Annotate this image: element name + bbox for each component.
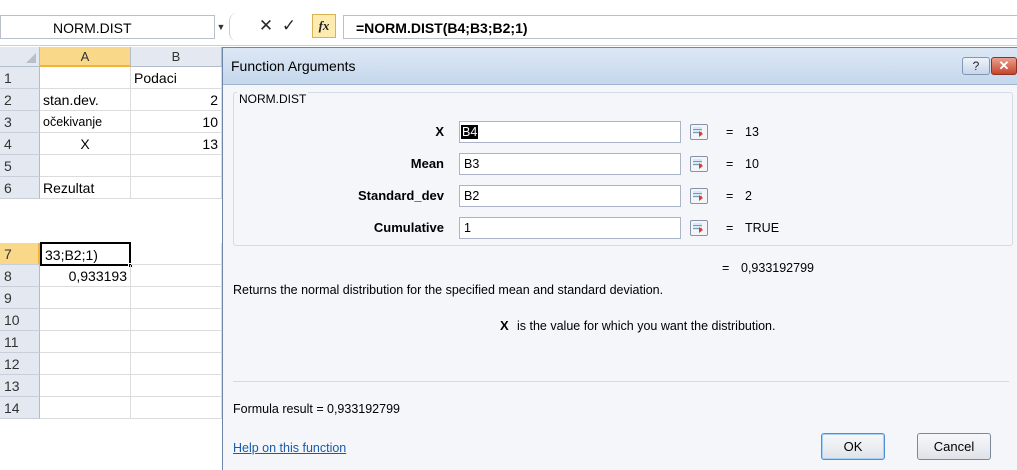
formula-bar-separator — [229, 13, 237, 41]
help-on-function-link[interactable]: Help on this function — [233, 441, 346, 455]
row-header[interactable]: 12 — [0, 353, 40, 375]
arg-input-x-value: B4 — [461, 125, 479, 139]
formula-input[interactable]: =NORM.DIST(B4;B3;B2;1) — [343, 15, 1017, 39]
function-result-value: 0,933192799 — [741, 261, 814, 275]
arg-input-standard-dev[interactable]: B2 — [459, 185, 681, 207]
row-header[interactable]: 2 — [0, 89, 40, 111]
cell-a3[interactable]: očekivanje — [40, 111, 131, 133]
cell-a14[interactable] — [40, 397, 131, 419]
cancel-edit-icon[interactable]: ✕ — [257, 16, 275, 36]
arg-label-mean: Mean — [410, 156, 444, 171]
name-box-value: NORM.DIST — [53, 20, 132, 36]
select-all-icon — [26, 53, 36, 63]
cell-b14[interactable] — [131, 397, 222, 419]
row-header[interactable]: 5 — [0, 155, 40, 177]
arg-input-mean[interactable]: B3 — [459, 153, 681, 175]
cell-b6[interactable] — [131, 177, 222, 199]
cell-a5[interactable] — [40, 155, 131, 177]
dialog-titlebar[interactable]: Function Arguments ? ✕ — [223, 48, 1017, 85]
function-arguments-dialog: Function Arguments ? ✕ NORM.DIST X B4 = … — [222, 47, 1017, 470]
cell-a10[interactable] — [40, 309, 131, 331]
row-header-active[interactable]: 7 — [0, 243, 40, 265]
confirm-edit-icon[interactable]: ✓ — [280, 16, 298, 36]
cell-a12[interactable] — [40, 353, 131, 375]
cell-b11[interactable] — [131, 331, 222, 353]
row-header[interactable]: 13 — [0, 375, 40, 397]
row-header[interactable]: 11 — [0, 331, 40, 353]
cell-a9[interactable] — [40, 287, 131, 309]
collapse-dialog-icon[interactable] — [690, 220, 708, 236]
cell-b3[interactable]: 10 — [131, 111, 222, 133]
formula-result-label: Formula result = — [233, 402, 324, 416]
cell-b2[interactable]: 2 — [131, 89, 222, 111]
arg-equals: = — [726, 125, 734, 139]
dialog-title: Function Arguments — [231, 58, 356, 74]
result-equals: = — [722, 261, 730, 275]
cell-b1[interactable]: Podaci — [131, 67, 222, 89]
ok-button[interactable]: OK — [821, 433, 885, 460]
spreadsheet-grid[interactable]: A B 1 2 3 4 5 6 7 8 9 10 11 12 13 14 sta… — [0, 47, 222, 470]
dialog-divider — [233, 381, 1009, 382]
cell-a2[interactable]: stan.dev. — [40, 89, 131, 111]
cell-a8[interactable]: 0,933193 — [40, 265, 131, 287]
cell-a4[interactable]: X — [40, 133, 131, 155]
cell-b8[interactable] — [131, 265, 222, 287]
formula-text: =NORM.DIST(B4;B3;B2;1) — [356, 20, 528, 36]
cancel-button[interactable]: Cancel — [917, 433, 991, 460]
row-header[interactable]: 9 — [0, 287, 40, 309]
cell-a11[interactable] — [40, 331, 131, 353]
cell-b10[interactable] — [131, 309, 222, 331]
help-icon[interactable]: ? — [962, 57, 990, 75]
function-name-label: NORM.DIST — [237, 92, 309, 106]
cell-a1[interactable] — [40, 67, 131, 89]
select-all-button[interactable] — [0, 47, 40, 67]
arg-equals: = — [726, 221, 734, 235]
row-header[interactable]: 10 — [0, 309, 40, 331]
name-box[interactable]: NORM.DIST — [0, 15, 215, 39]
column-header-b[interactable]: B — [131, 47, 222, 67]
cell-a13[interactable] — [40, 375, 131, 397]
cell-b7[interactable] — [131, 243, 222, 265]
row-header[interactable]: 6 — [0, 177, 40, 199]
row-header[interactable]: 3 — [0, 111, 40, 133]
arg-value-cumulative: TRUE — [745, 221, 780, 235]
column-header-a[interactable]: A — [40, 47, 131, 67]
insert-function-button[interactable]: fx — [312, 14, 336, 38]
cell-b5[interactable] — [131, 155, 222, 177]
row-header[interactable]: 14 — [0, 397, 40, 419]
arg-equals: = — [726, 189, 734, 203]
arg-input-x[interactable]: B4 — [459, 121, 681, 143]
row-header[interactable]: 8 — [0, 265, 40, 287]
cell-b12[interactable] — [131, 353, 222, 375]
formula-bar: NORM.DIST ▼ ✕ ✓ fx =NORM.DIST(B4;B3;B2;1… — [0, 0, 1017, 46]
arg-equals: = — [726, 157, 734, 171]
collapse-dialog-icon[interactable] — [690, 156, 708, 172]
arg-label-standard-dev: Standard_dev — [358, 188, 444, 203]
cell-b9[interactable] — [131, 287, 222, 309]
arg-label-x: X — [435, 124, 444, 139]
collapse-dialog-icon[interactable] — [690, 124, 708, 140]
arg-input-cumulative[interactable]: 1 — [459, 217, 681, 239]
close-icon[interactable]: ✕ — [991, 57, 1017, 75]
collapse-dialog-icon[interactable] — [690, 188, 708, 204]
row-header[interactable]: 4 — [0, 133, 40, 155]
arg-value-mean: 10 — [745, 157, 759, 171]
arg-value-standard-dev: 2 — [745, 189, 752, 203]
formula-result-value: 0,933192799 — [327, 402, 400, 416]
arguments-group: NORM.DIST X B4 = 13 Mean B3 = 10 Standar… — [233, 92, 1013, 246]
argument-help-name: X — [500, 318, 509, 333]
cell-a6[interactable]: Rezultat — [40, 177, 131, 199]
argument-help-text: is the value for which you want the dist… — [517, 319, 776, 333]
cell-b13[interactable] — [131, 375, 222, 397]
row-header[interactable]: 1 — [0, 67, 40, 89]
cell-a7-active[interactable]: 33;B2;1) — [40, 242, 131, 266]
arg-value-x: 13 — [745, 125, 759, 139]
arg-label-cumulative: Cumulative — [373, 220, 444, 235]
function-description: Returns the normal distribution for the … — [233, 283, 664, 297]
cell-b4[interactable]: 13 — [131, 133, 222, 155]
chevron-down-icon[interactable]: ▼ — [214, 19, 228, 35]
